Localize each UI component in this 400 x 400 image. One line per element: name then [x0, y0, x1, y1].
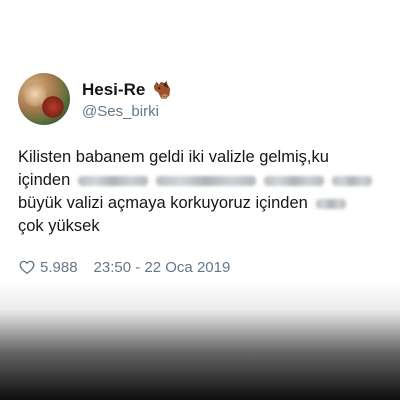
author-info: Hesi-Re @Ses_birki [82, 79, 173, 120]
display-name[interactable]: Hesi-Re [82, 80, 145, 100]
blurred-text [264, 175, 325, 186]
tweet-line-1: Kilisten babanem geldi iki valizle gelmi… [18, 146, 400, 169]
timestamp[interactable]: 23:50 - 22 Oca 2019 [94, 259, 231, 276]
tweet-text: Kilisten babanem geldi iki valizle gelmi… [18, 146, 400, 238]
handle[interactable]: @Ses_birki [82, 103, 173, 120]
tweet-line-3: büyük valizi açmaya korkuyoruz içinden [18, 192, 400, 215]
tweet-line-4-text: çok yüksek [18, 217, 100, 235]
bottom-dark-overlay [0, 280, 400, 400]
like-count[interactable]: 5.988 [40, 259, 78, 276]
horse-face-icon [154, 80, 171, 99]
display-name-row: Hesi-Re [82, 79, 173, 101]
avatar[interactable] [18, 73, 70, 125]
blurred-text [315, 198, 346, 209]
tweet-line-2: içinden [18, 169, 400, 192]
tweet-header: Hesi-Re @Ses_birki [18, 66, 400, 132]
tweet-meta: 5.988 23:50 - 22 Oca 2019 [18, 258, 400, 276]
blurred-text [78, 175, 149, 186]
tweet-screenshot: Hesi-Re @Ses_birki Kilisten babanem geld… [0, 0, 400, 400]
tweet-line-2-text: içinden [18, 171, 71, 189]
tweet-line-4: çok yüksek [18, 215, 400, 238]
blurred-text [332, 175, 373, 186]
heart-outline-icon[interactable] [18, 258, 36, 276]
blurred-text [156, 175, 257, 186]
tweet-card: Hesi-Re @Ses_birki Kilisten babanem geld… [18, 66, 400, 276]
tweet-line-1-text: Kilisten babanem geldi iki valizle gelmi… [18, 148, 329, 166]
tweet-line-3-text: büyük valizi açmaya korkuyoruz içinden [18, 194, 308, 212]
